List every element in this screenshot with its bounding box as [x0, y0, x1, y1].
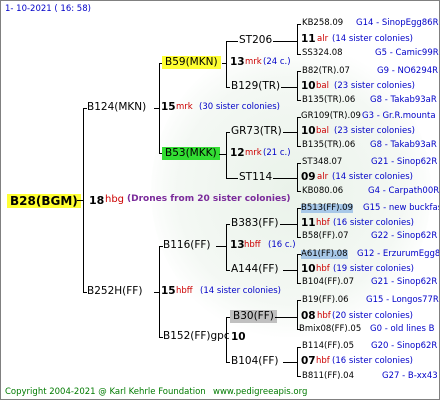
gen2-b59-colonies: (24 c.) [263, 57, 291, 67]
gen4-name[interactable]: B82(TR).07 [302, 67, 350, 76]
gen4-name[interactable]: B135(TR).06 [302, 96, 355, 105]
gen4-info: G4 - Carpath00R [368, 186, 440, 196]
dam-colonies: (14 sister colonies) [200, 286, 281, 296]
root-colonies: (Drones from 20 sister colonies) [127, 194, 291, 204]
gen3-a144-code: hbf [316, 264, 330, 274]
gen4-info: G15 - new buckfas [363, 203, 440, 213]
gen4-info: G0 - old lines B [370, 324, 435, 334]
gen4-info: G5 - Camic99R [375, 48, 439, 58]
gen3-a144-num: 10 [301, 263, 316, 275]
gen4-name[interactable]: B114(FF).05 [302, 342, 354, 351]
gen2-b152[interactable]: B152(FF)gpc [163, 331, 230, 342]
gen3-gr73-num: 10 [301, 125, 316, 137]
pedigree-chart: 1- 10-2021 ( 16: 58) B28(BGM) 18 hbg (Dr… [0, 0, 440, 400]
sire-colonies: (30 sister colonies) [199, 102, 280, 112]
gen4-name[interactable]: GR109(TR).09 [301, 112, 361, 121]
gen2-b53-colonies: (21 c.) [263, 148, 291, 158]
gen4-info: G21 - Sinop62R [371, 277, 438, 287]
gen2-b116-colonies: (16 c.) [268, 240, 296, 250]
root-gen-num: 18 [89, 194, 105, 207]
root-gen-code: hbg [105, 194, 125, 205]
gen4-info: G8 - Takab93aR [370, 95, 437, 105]
gen3-b129-colonies: (23 sister colonies) [334, 81, 415, 91]
gen3-b383[interactable]: B383(FF) [231, 218, 279, 229]
gen4-name[interactable]: ST348.07 [302, 158, 342, 167]
sire-gen-num: 15 [161, 101, 176, 113]
gen4-info: G22 - Sinop62R [371, 231, 438, 241]
gen3-gr73-colonies: (23 sister colonies) [334, 126, 415, 136]
gen4-info: G27 - B-xx43 [382, 371, 438, 381]
gen4-info: G20 - Sinop62R [371, 341, 438, 351]
gen4-name[interactable]: B58(FF).07 [302, 232, 349, 241]
gen3-b129[interactable]: B129(TR) [231, 81, 280, 92]
footer-copyright: Copyright 2004-2021 @ Karl Kehrle Founda… [5, 387, 206, 397]
gen3-a144[interactable]: A144(FF) [231, 264, 279, 275]
dam-queen[interactable]: B252H(FF) [87, 286, 142, 297]
gen3-st114-code: alr [317, 172, 329, 182]
dam-gen-code: hbff [176, 286, 193, 296]
gen3-st114-num: 09 [301, 171, 316, 183]
gen3-st206[interactable]: ST206 [239, 35, 272, 46]
gen3-b104-num: 07 [301, 355, 316, 367]
gen3-a144-colonies: (19 sister colonies) [333, 264, 414, 274]
gen4-name[interactable]: A61(FF).08 [301, 250, 348, 259]
gen3-b30-colonies: (20 sister colonies) [332, 311, 413, 321]
gen4-name[interactable]: SS324.08 [302, 49, 343, 58]
gen2-b116-code: hbff [244, 240, 261, 250]
gen3-gr73[interactable]: GR73(TR) [231, 126, 282, 137]
dam-gen-num: 15 [161, 285, 176, 297]
gen3-b104-code: hbf [316, 356, 330, 366]
gen2-b116-num: 13 [230, 239, 245, 251]
gen4-info: G12 - ErzurumEgg8 [357, 249, 440, 259]
gen3-b30-num: 08 [301, 310, 316, 322]
gen2-b53[interactable]: B53(MKK) [162, 147, 220, 160]
gen3-st114-colonies: (14 sister colonies) [332, 172, 413, 182]
gen3-gr73-code: bal [316, 126, 329, 136]
gen3-b383-num: 11 [301, 217, 316, 229]
gen3-b129-num: 10 [301, 80, 316, 92]
gen2-b59-num: 13 [230, 56, 245, 68]
gen3-b30[interactable]: B30(FF) [230, 310, 277, 323]
gen2-b59[interactable]: B59(MKN) [162, 56, 221, 69]
gen4-info: G3 - Gr.R.mounta [362, 111, 436, 121]
gen3-b129-code: bal [316, 81, 329, 91]
root-queen[interactable]: B28(BGM) [7, 194, 81, 208]
gen4-name[interactable]: B104(FF).07 [302, 278, 354, 287]
gen4-info: G9 - NO6294R [377, 66, 439, 76]
gen3-b383-code: hbf [316, 218, 330, 228]
sire-gen-code: mrk [176, 102, 193, 112]
gen3-st206-num: 11 [301, 33, 316, 45]
gen4-name[interactable]: B811(FF).04 [302, 372, 354, 381]
gen4-name[interactable]: KB080.06 [302, 187, 343, 196]
footer-website[interactable]: www.pedigreeapis.org [213, 388, 307, 397]
header-date: 1- 10-2021 ( 16: 58) [5, 4, 91, 14]
gen2-b53-num: 12 [230, 147, 245, 159]
gen4-name[interactable]: Bmix08(FF).05 [299, 325, 361, 334]
gen4-name[interactable]: KB258.09 [302, 19, 343, 28]
gen4-info: G15 - Longos77R [366, 295, 439, 305]
gen4-info: G21 - Sinop62R [371, 157, 438, 167]
gen4-info: G8 - Takab93aR [370, 140, 437, 150]
sire-queen[interactable]: B124(MKN) [87, 102, 146, 113]
gen4-name[interactable]: B513(FF).09 [301, 204, 353, 213]
gen2-b53-code: mrk [245, 148, 262, 158]
gen4-name[interactable]: B19(FF).06 [302, 296, 349, 305]
gen4-info: G14 - SinopEgg86R [356, 18, 439, 28]
gen3-st114[interactable]: ST114 [239, 172, 272, 183]
gen2-b152-num: 10 [231, 331, 246, 343]
gen2-b116[interactable]: B116(FF) [163, 240, 211, 251]
gen3-st206-colonies: (14 sister colonies) [332, 34, 413, 44]
gen3-b104[interactable]: B104(FF) [231, 356, 279, 367]
gen2-b59-code: mrk [245, 57, 262, 67]
gen4-name[interactable]: B135(TR).06 [302, 141, 355, 150]
gen3-b383-colonies: (16 sister colonies) [333, 218, 414, 228]
gen3-b30-code: hbf [317, 311, 331, 321]
gen3-b104-colonies: (16 sister colonies) [332, 356, 413, 366]
gen3-st206-code: alr [317, 34, 329, 44]
